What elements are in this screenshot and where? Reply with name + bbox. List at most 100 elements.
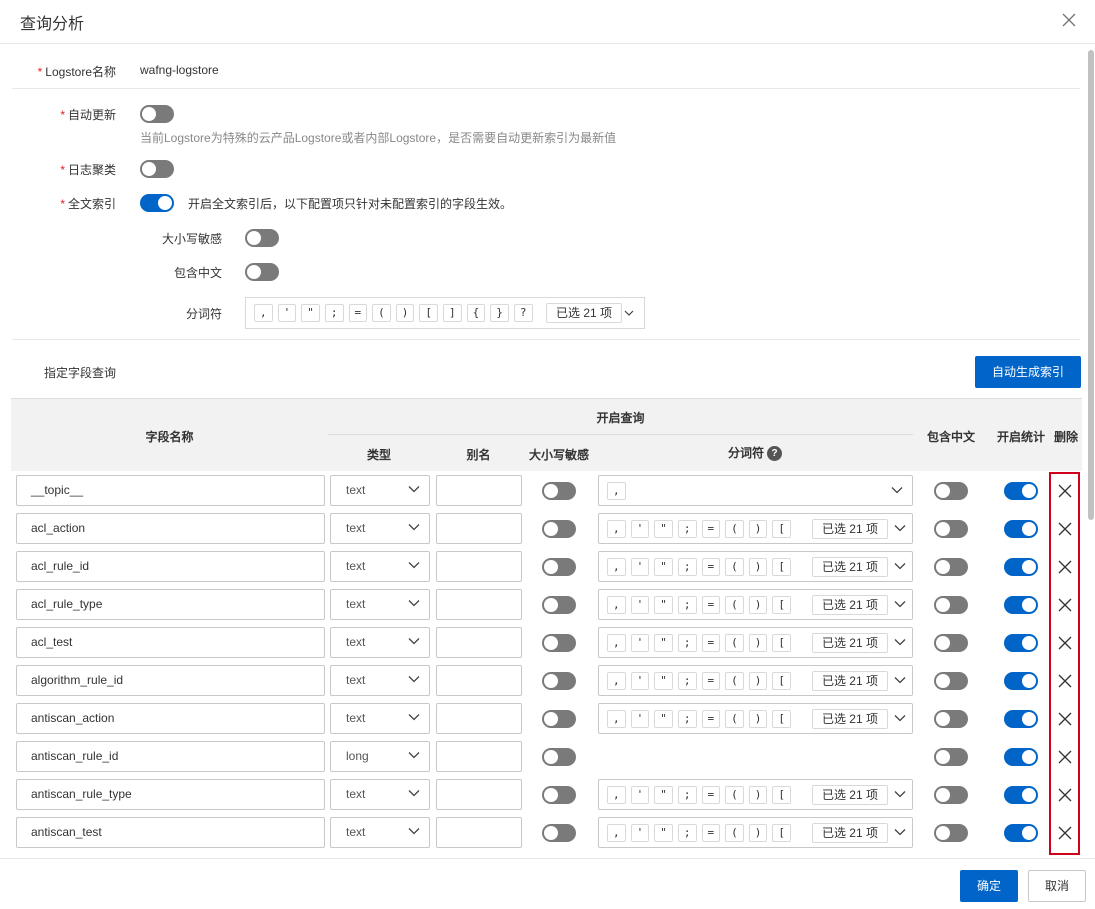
separator-select[interactable]: , ' "; =()[已选 21 项 <box>598 627 913 658</box>
separator-select[interactable]: , ' "; =()[已选 21 项 <box>598 779 913 810</box>
separator-token: ' <box>630 710 650 728</box>
separator-token: ' <box>630 824 650 842</box>
separator-token: ) <box>748 520 768 538</box>
include-chinese-toggle[interactable] <box>934 672 968 690</box>
separator-tokens: , ' "; =()[]{}? <box>254 304 538 322</box>
th-case-sensitive: 大小写敏感 <box>528 448 589 462</box>
auto-index-button[interactable]: 自动生成索引 <box>975 356 1081 388</box>
separator-count: 已选 21 项 <box>811 595 888 615</box>
alias-input[interactable] <box>436 817 522 848</box>
type-select[interactable]: text <box>330 589 430 620</box>
type-select[interactable]: text <box>330 779 430 810</box>
separator-select[interactable]: , ' "; =()[已选 21 项 <box>598 589 913 620</box>
question-circle-icon[interactable]: ? <box>767 446 782 462</box>
include-chinese-toggle[interactable] <box>934 710 968 728</box>
separator-select[interactable]: , <box>598 475 913 506</box>
enable-stats-toggle[interactable] <box>1004 634 1038 652</box>
case-sensitive-toggle[interactable] <box>542 482 576 500</box>
alias-input[interactable] <box>436 513 522 544</box>
include-chinese-toggle[interactable] <box>934 824 968 842</box>
confirm-button[interactable]: 确定 <box>960 870 1018 902</box>
separator-select[interactable]: , ' "; =()[]{}? 已选 21 项 <box>245 297 645 329</box>
separator-token: ; <box>677 786 697 804</box>
case-sensitive-toggle[interactable] <box>542 596 576 614</box>
separator-token: ] <box>443 304 462 322</box>
separator-select[interactable]: , ' "; =()[已选 21 项 <box>598 817 913 848</box>
separator-count: 已选 21 项 <box>546 303 623 323</box>
include-chinese-toggle[interactable] <box>934 634 968 652</box>
include-chinese-toggle[interactable] <box>934 596 968 614</box>
alias-input[interactable] <box>436 665 522 696</box>
field-name-input[interactable]: acl_rule_type <box>16 589 325 620</box>
close-icon[interactable] <box>1059 10 1079 30</box>
alias-input[interactable] <box>436 627 522 658</box>
alias-input[interactable] <box>436 589 522 620</box>
alias-input[interactable] <box>436 703 522 734</box>
field-name-input[interactable]: antiscan_action <box>16 703 325 734</box>
field-name-input[interactable]: antiscan_test <box>16 817 325 848</box>
case-sensitive-toggle[interactable] <box>542 672 576 690</box>
auto-update-toggle[interactable] <box>140 105 174 123</box>
field-name-input[interactable]: antiscan_rule_type <box>16 779 325 810</box>
type-select[interactable]: text <box>330 551 430 582</box>
enable-stats-toggle[interactable] <box>1004 558 1038 576</box>
case-sensitive-toggle[interactable] <box>542 824 576 842</box>
enable-stats-toggle[interactable] <box>1004 824 1038 842</box>
case-sensitive-toggle[interactable] <box>542 634 576 652</box>
field-name-input[interactable]: acl_action <box>16 513 325 544</box>
field-name-input[interactable]: __topic__ <box>16 475 325 506</box>
include-chinese-toggle[interactable] <box>934 748 968 766</box>
include-chinese-toggle[interactable] <box>934 558 968 576</box>
fulltext-hint: 开启全文索引后，以下配置项只针对未配置索引的字段生效。 <box>188 197 513 211</box>
case-sensitive-toggle[interactable] <box>542 748 576 766</box>
include-chinese-toggle[interactable] <box>245 263 279 281</box>
alias-input[interactable] <box>436 779 522 810</box>
enable-stats-toggle[interactable] <box>1004 786 1038 804</box>
include-chinese-toggle[interactable] <box>934 786 968 804</box>
include-chinese-toggle[interactable] <box>934 482 968 500</box>
type-select[interactable]: long <box>330 741 430 772</box>
separator-token: [ <box>772 520 791 538</box>
separator-select[interactable]: , ' "; =()[已选 21 项 <box>598 551 913 582</box>
case-sensitive-toggle[interactable] <box>245 229 279 247</box>
type-select[interactable]: text <box>330 627 430 658</box>
case-sensitive-toggle[interactable] <box>542 520 576 538</box>
enable-stats-toggle[interactable] <box>1004 748 1038 766</box>
field-name-input[interactable]: antiscan_rule_id <box>16 741 325 772</box>
th-divider <box>328 434 913 435</box>
chevron-down-icon <box>894 522 906 537</box>
scrollbar[interactable] <box>1088 50 1094 520</box>
alias-input[interactable] <box>436 741 522 772</box>
separator-select[interactable]: , ' "; =()[已选 21 项 <box>598 665 913 696</box>
case-sensitive-toggle[interactable] <box>542 710 576 728</box>
type-select[interactable]: text <box>330 475 430 506</box>
cancel-button[interactable]: 取消 <box>1028 870 1086 902</box>
include-chinese-toggle[interactable] <box>934 520 968 538</box>
separator-token: [ <box>772 672 791 690</box>
log-cluster-toggle[interactable] <box>140 160 174 178</box>
alias-input[interactable] <box>436 475 522 506</box>
type-select[interactable]: text <box>330 665 430 696</box>
enable-stats-toggle[interactable] <box>1004 672 1038 690</box>
enable-stats-toggle[interactable] <box>1004 482 1038 500</box>
enable-stats-toggle[interactable] <box>1004 596 1038 614</box>
case-sensitive-toggle[interactable] <box>542 786 576 804</box>
type-select[interactable]: text <box>330 703 430 734</box>
alias-input[interactable] <box>436 551 522 582</box>
type-select[interactable]: text <box>330 513 430 544</box>
separator-select[interactable]: , ' "; =()[已选 21 项 <box>598 513 913 544</box>
separator-token: = <box>701 558 721 576</box>
field-name-input[interactable]: acl_test <box>16 627 325 658</box>
enable-stats-toggle[interactable] <box>1004 520 1038 538</box>
type-select[interactable]: text <box>330 817 430 848</box>
logstore-label: * Logstore名称 <box>37 65 116 79</box>
log-cluster-label: * 日志聚类 <box>60 163 116 177</box>
fulltext-toggle[interactable] <box>140 194 174 212</box>
field-name-input[interactable]: acl_rule_id <box>16 551 325 582</box>
separator-token: ; <box>677 596 697 614</box>
case-sensitive-toggle[interactable] <box>542 558 576 576</box>
field-name-input[interactable]: algorithm_rule_id <box>16 665 325 696</box>
chevron-down-icon <box>408 515 420 544</box>
separator-select[interactable]: , ' "; =()[已选 21 项 <box>598 703 913 734</box>
enable-stats-toggle[interactable] <box>1004 710 1038 728</box>
